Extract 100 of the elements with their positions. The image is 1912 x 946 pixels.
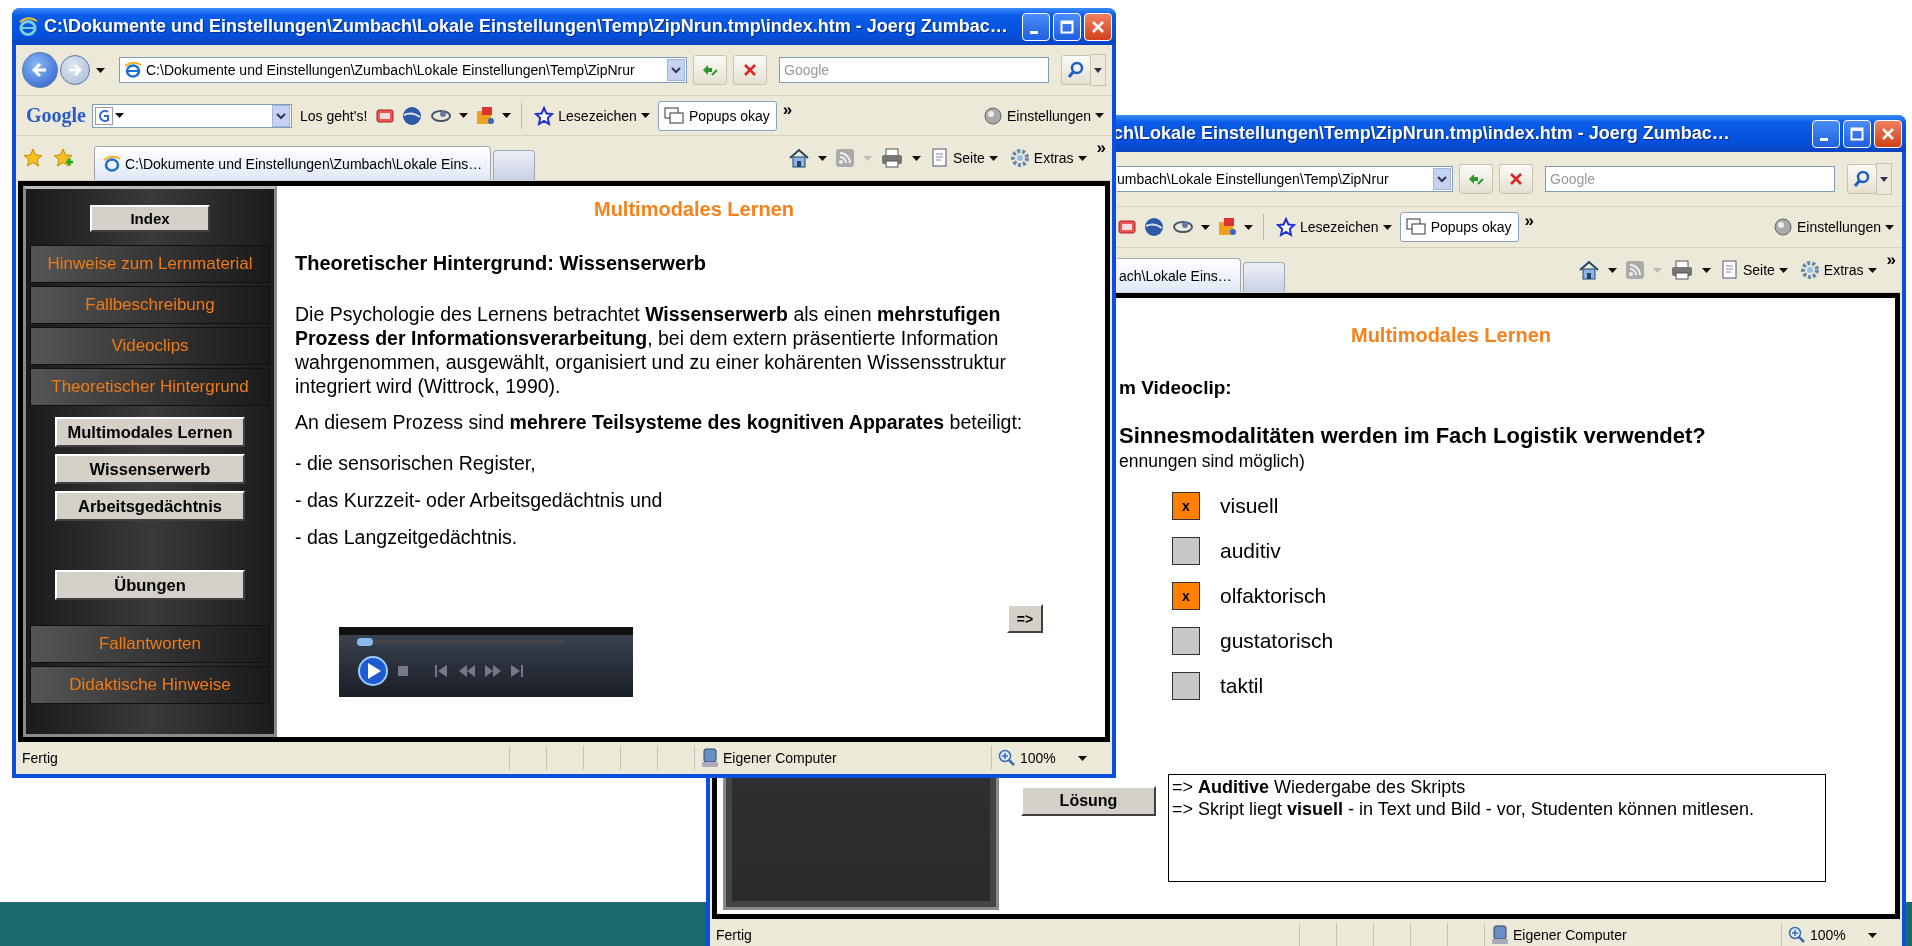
caret-icon[interactable] bbox=[1244, 224, 1253, 230]
minimize-button[interactable] bbox=[1812, 119, 1840, 148]
checkbox[interactable] bbox=[1172, 537, 1200, 565]
chevron-down-icon[interactable] bbox=[276, 111, 286, 120]
maximize-button[interactable] bbox=[1053, 12, 1081, 41]
dropdown-button[interactable] bbox=[1876, 163, 1892, 195]
next-track-button[interactable] bbox=[511, 665, 523, 677]
bookmarks-button[interactable]: Lesezeichen bbox=[532, 105, 652, 126]
settings-button[interactable]: Einstellungen bbox=[1770, 217, 1896, 237]
seek-bar[interactable] bbox=[357, 638, 565, 646]
caret-icon[interactable] bbox=[1077, 755, 1087, 761]
exercises-button[interactable]: Übungen bbox=[55, 570, 245, 600]
caret-icon[interactable] bbox=[1201, 224, 1210, 230]
favorites-star-icon[interactable] bbox=[22, 147, 44, 169]
more-button[interactable]: » bbox=[782, 100, 793, 120]
play-button[interactable] bbox=[358, 656, 388, 686]
maximize-icon bbox=[1850, 126, 1864, 141]
go-button[interactable]: Los geht's! bbox=[298, 107, 370, 124]
printer-icon[interactable] bbox=[1669, 259, 1694, 281]
caret-icon[interactable] bbox=[1701, 267, 1711, 273]
maximize-icon bbox=[1060, 19, 1074, 34]
notebook-icon[interactable] bbox=[1117, 217, 1137, 237]
close-button[interactable] bbox=[1084, 12, 1112, 41]
sidebar-nav-item[interactable]: Fallantworten bbox=[30, 625, 270, 663]
address-field[interactable]: C:\Dokumente und Einstellungen\Zumbach\Lokale Einstellungen\Temp\ZipNrur bbox=[119, 57, 687, 83]
sidebar-nav-item[interactable]: Videoclips bbox=[30, 327, 270, 365]
caret-icon[interactable] bbox=[817, 155, 827, 161]
stop-button[interactable] bbox=[733, 55, 767, 85]
next-button[interactable]: => bbox=[1007, 604, 1043, 633]
printer-icon[interactable] bbox=[879, 147, 904, 169]
puzzle-icon[interactable] bbox=[1216, 216, 1238, 238]
popup-blocker-button[interactable]: Popups okay bbox=[657, 100, 777, 131]
solution-button[interactable]: Lösung bbox=[1021, 786, 1156, 816]
dropdown-button[interactable] bbox=[1090, 54, 1106, 86]
caret-icon[interactable] bbox=[1607, 267, 1617, 273]
address-field[interactable]: umbach\Lokale Einstellungen\Temp\ZipNrur bbox=[1117, 166, 1453, 192]
checkbox[interactable] bbox=[1172, 627, 1200, 655]
previous-button[interactable] bbox=[435, 665, 447, 677]
maximize-button[interactable] bbox=[1843, 119, 1871, 148]
answer-text: => Auditive Wiedergabe des Skripts bbox=[1172, 776, 1467, 798]
hint-text: ennungen sind möglich) bbox=[1118, 451, 1306, 472]
search-field[interactable]: Google bbox=[779, 57, 1049, 83]
media-player[interactable] bbox=[339, 627, 633, 697]
sidebar-sub-button[interactable]: Arbeitsgedächtnis bbox=[55, 491, 245, 521]
browser-tab[interactable]: C:\Dokumente und Einstellungen\Zumbach\Lokale Eins… bbox=[94, 146, 492, 180]
more-button[interactable]: » bbox=[1524, 211, 1535, 231]
forward-button[interactable] bbox=[60, 55, 90, 85]
caret-icon bbox=[988, 155, 998, 161]
chevron-down-icon[interactable] bbox=[1437, 175, 1447, 183]
fast-forward-button[interactable] bbox=[485, 665, 501, 677]
back-button[interactable] bbox=[22, 52, 58, 88]
refresh-button[interactable] bbox=[693, 55, 727, 85]
minimize-button[interactable] bbox=[1022, 12, 1050, 41]
rewind-button[interactable] bbox=[459, 665, 475, 677]
chevron-down-icon[interactable] bbox=[671, 66, 681, 74]
zoom-level[interactable]: 100% bbox=[1020, 750, 1056, 766]
more-button[interactable]: » bbox=[1886, 250, 1896, 270]
index-button[interactable]: Index bbox=[90, 205, 210, 232]
close-button[interactable] bbox=[1874, 119, 1902, 148]
caret-icon[interactable] bbox=[502, 113, 512, 118]
gear-icon bbox=[1009, 148, 1030, 168]
search-button[interactable] bbox=[1847, 164, 1877, 194]
more-button[interactable]: » bbox=[1096, 138, 1106, 158]
globe-icon[interactable] bbox=[1143, 216, 1165, 238]
sidebar-nav-item[interactable]: Fallbeschreibung bbox=[30, 286, 270, 324]
caret-icon[interactable] bbox=[911, 155, 921, 161]
tools-menu-button[interactable]: Extras bbox=[1797, 260, 1879, 280]
browser-tab[interactable]: ach\Lokale Eins… bbox=[1117, 258, 1241, 292]
search-field[interactable]: Google bbox=[1545, 166, 1835, 192]
sidebar-sub-button[interactable]: Wissenserwerb bbox=[55, 454, 245, 484]
caret-icon[interactable] bbox=[459, 113, 469, 118]
puzzle-icon[interactable] bbox=[474, 104, 497, 127]
settings-button[interactable]: Einstellungen bbox=[980, 105, 1106, 126]
home-icon[interactable] bbox=[1577, 259, 1600, 281]
caret-icon[interactable] bbox=[96, 67, 105, 73]
sidebar-nav-item[interactable]: Hinweise zum Lernmaterial bbox=[30, 245, 270, 283]
zoom-icon[interactable] bbox=[998, 749, 1016, 767]
refresh-button[interactable] bbox=[1459, 164, 1493, 194]
page-menu-button[interactable]: Seite bbox=[1718, 260, 1790, 280]
option-label: visuell bbox=[1220, 494, 1279, 518]
checkbox[interactable] bbox=[1172, 672, 1200, 700]
globe-icon[interactable] bbox=[401, 104, 424, 127]
sidebar-nav-item[interactable]: Didaktische Hinweise bbox=[30, 666, 270, 704]
sidebar-sub-button[interactable]: Multimodales Lernen bbox=[55, 417, 245, 447]
minimize-icon bbox=[1820, 137, 1828, 141]
option-label: taktil bbox=[1220, 674, 1264, 698]
checkbox[interactable]: x bbox=[1172, 582, 1200, 610]
caret-icon[interactable] bbox=[1867, 932, 1877, 938]
checkbox[interactable]: x bbox=[1172, 492, 1200, 520]
sidebar-nav-item[interactable]: Theoretischer Hintergrund bbox=[30, 368, 270, 406]
stop-button[interactable] bbox=[1499, 164, 1533, 194]
popup-blocker-button[interactable]: Popups okay bbox=[1399, 212, 1519, 242]
tools-menu-button[interactable]: Extras bbox=[1007, 148, 1089, 168]
zoom-icon[interactable] bbox=[1788, 926, 1806, 944]
toolbar-search-field[interactable] bbox=[92, 103, 292, 128]
search-button[interactable] bbox=[1061, 55, 1091, 85]
home-icon[interactable] bbox=[787, 147, 810, 169]
page-menu-button[interactable]: Seite bbox=[928, 148, 1000, 168]
bookmarks-button[interactable]: Lesezeichen bbox=[1274, 217, 1394, 237]
zoom-level[interactable]: 100% bbox=[1810, 927, 1846, 943]
